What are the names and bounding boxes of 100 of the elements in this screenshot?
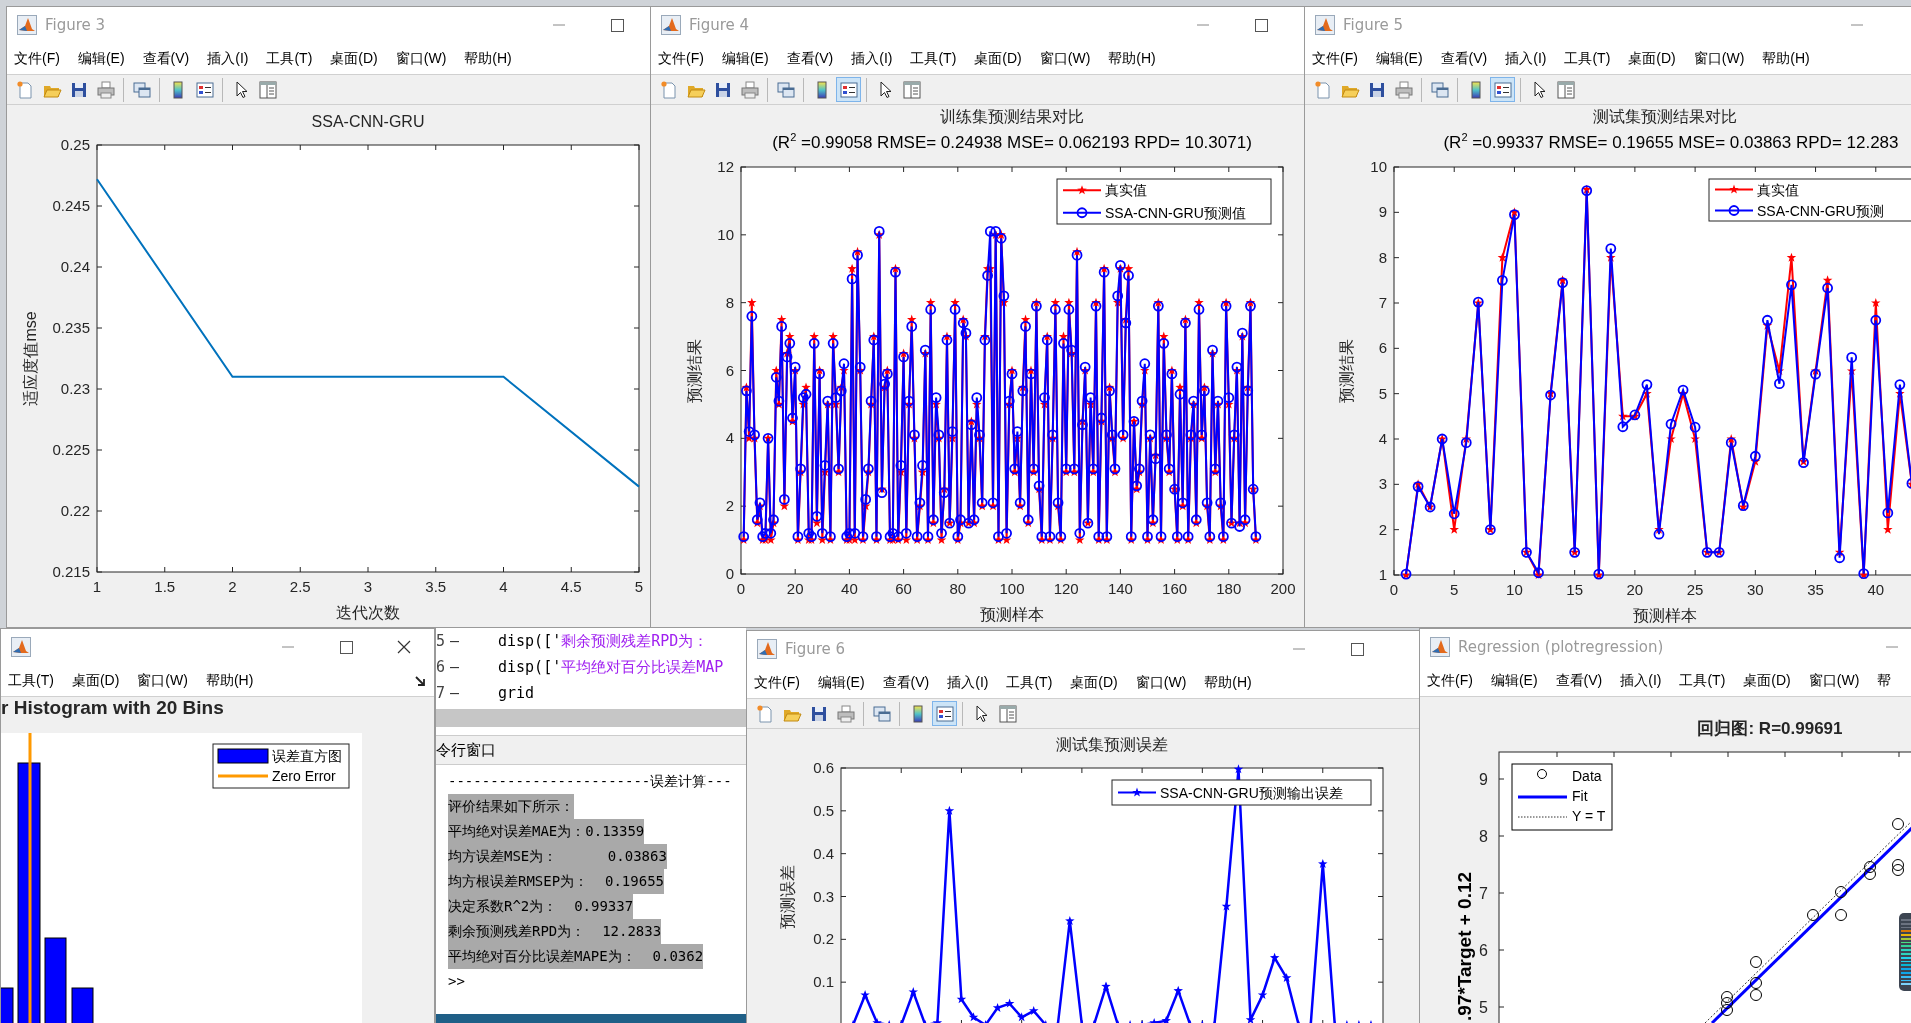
axis-label: 迭代次数 bbox=[336, 604, 400, 621]
window-title: Figure 4 bbox=[689, 16, 750, 34]
window-title: Figure 5 bbox=[1343, 16, 1404, 34]
tick-label: 3.5 bbox=[425, 578, 447, 595]
tick-label: 15 bbox=[1566, 581, 1583, 598]
tick-label: 0.215 bbox=[52, 563, 90, 580]
chart-title: 训练集预测结果对比 bbox=[940, 106, 1084, 127]
tick-label: 0.2 bbox=[813, 930, 834, 948]
chart-subtitle: (R$^{2}$ =0.99337 RMSE= 0.19655 MSE= 0.03863 RPD= 12.283 bbox=[1442, 130, 1899, 154]
tick-label: 40 bbox=[841, 580, 858, 597]
tick-label: 9 bbox=[1479, 771, 1488, 788]
tick-label: 4.5 bbox=[560, 578, 582, 595]
tick-label: 25 bbox=[1686, 581, 1704, 598]
legend-label: 真实值 bbox=[1105, 182, 1147, 199]
tick-label: 40 bbox=[1867, 581, 1885, 598]
tick-label: 0.22 bbox=[60, 502, 90, 519]
tick-label: 35 bbox=[1807, 581, 1824, 598]
breakpoint-dash: — bbox=[450, 658, 461, 676]
axis-label: 预测误差 bbox=[779, 864, 796, 929]
tick-label: 7 bbox=[1479, 885, 1488, 902]
panel-title: 令行窗口 bbox=[436, 740, 496, 760]
tick-label: 1 bbox=[1378, 566, 1387, 583]
tick-label: 6 bbox=[725, 361, 734, 379]
legend-label: 真实值 bbox=[1757, 181, 1799, 198]
axis-label: 预测样本 bbox=[1633, 607, 1697, 624]
chart-title: 测试集预测结果对比 bbox=[1593, 106, 1737, 127]
tick-label: 8 bbox=[1378, 248, 1387, 266]
code-line: disp(['平均绝对百分比误差MAP bbox=[498, 657, 724, 677]
axis-label: 预测样本 bbox=[980, 606, 1044, 623]
breakpoint-dash: — bbox=[450, 632, 461, 650]
tick-label: 140 bbox=[1107, 580, 1133, 597]
tick-label: 8 bbox=[725, 293, 734, 311]
line-number: 5 bbox=[436, 632, 447, 650]
tick-label: 0.245 bbox=[52, 197, 90, 214]
legend-label: Y = T bbox=[1572, 808, 1606, 824]
axis-label: 适应度值mse bbox=[22, 311, 39, 406]
axis-label: .97*Target + 0.12 bbox=[1454, 871, 1475, 1021]
code-line: grid bbox=[498, 684, 535, 702]
tick-label: 160 bbox=[1162, 580, 1188, 597]
legend-label: Fit bbox=[1572, 788, 1588, 804]
tick-label: 2 bbox=[228, 578, 237, 595]
window-title: Figure 3 bbox=[45, 16, 106, 34]
tick-label: 0.235 bbox=[52, 319, 90, 336]
tick-label: 5 bbox=[1479, 999, 1488, 1016]
tick-label: 30 bbox=[1747, 581, 1764, 598]
window-title: Figure 6 bbox=[785, 640, 846, 658]
line-number: 6 bbox=[436, 658, 447, 676]
tick-label: 0.225 bbox=[52, 441, 90, 458]
chart-title: 测试集预测误差 bbox=[1056, 735, 1168, 755]
line-number: 7 bbox=[436, 684, 447, 702]
tick-label: 3 bbox=[363, 578, 373, 595]
tick-label: 0 bbox=[725, 565, 734, 582]
tick-label: 200 bbox=[1270, 580, 1296, 597]
tick-label: 2.5 bbox=[289, 578, 311, 595]
tick-label: 0.4 bbox=[813, 844, 834, 862]
tick-label: 2 bbox=[725, 497, 734, 515]
tick-label: 60 bbox=[895, 580, 912, 597]
chart-title: SSA-CNN-GRU bbox=[311, 112, 425, 132]
tick-label: 2 bbox=[1378, 520, 1387, 538]
legend-label: Zero Error bbox=[272, 768, 336, 784]
tick-label: 0.6 bbox=[813, 760, 834, 776]
tick-label: 9 bbox=[1378, 203, 1387, 221]
tick-label: 80 bbox=[949, 580, 967, 597]
tick-label: 12 bbox=[717, 159, 734, 175]
tick-label: 5 bbox=[1378, 384, 1387, 402]
tick-label: 5 bbox=[1450, 581, 1459, 598]
tick-label: 6 bbox=[1378, 339, 1387, 357]
tick-label: 10 bbox=[717, 225, 734, 243]
legend-label: Data bbox=[1572, 768, 1602, 784]
tick-label: 0.23 bbox=[60, 380, 90, 397]
output-line: ------------------------误差计算--- bbox=[448, 772, 732, 791]
tick-label: 0.1 bbox=[813, 973, 834, 991]
chart-subtitle: (R$^{2}$ =0.99058 RMSE= 0.24938 MSE= 0.062193 RPD= 10.3071) bbox=[772, 130, 1252, 154]
tick-label: 4 bbox=[725, 429, 734, 447]
tick-label: 6 bbox=[1479, 942, 1488, 959]
tick-label: 20 bbox=[786, 580, 804, 597]
tick-label: 8 bbox=[1479, 828, 1488, 845]
tick-label: 5 bbox=[634, 578, 644, 595]
tick-label: 7 bbox=[1378, 294, 1387, 311]
tick-label: 0.3 bbox=[813, 887, 834, 905]
tick-label: 0.25 bbox=[60, 137, 90, 153]
tick-label: 100 bbox=[999, 580, 1025, 597]
tick-label: 10 bbox=[1370, 159, 1387, 175]
window-title: Regression (plotregression) bbox=[1458, 638, 1664, 656]
legend-label: SSA-CNN-GRU预测输出误差 bbox=[1160, 784, 1343, 801]
legend-label: 误差直方图 bbox=[272, 748, 342, 764]
axis-label: 预测结果 bbox=[1338, 339, 1355, 403]
tick-label: 4 bbox=[1378, 430, 1387, 447]
tick-label: 3 bbox=[1378, 475, 1387, 493]
chart-title: r Histogram with 20 Bins bbox=[1, 695, 224, 720]
legend-label: SSA-CNN-GRU预测 bbox=[1757, 202, 1884, 219]
tick-label: 180 bbox=[1216, 580, 1242, 597]
tick-label: 1.5 bbox=[154, 578, 176, 595]
tick-label: 10 bbox=[1506, 581, 1523, 598]
tick-label: 20 bbox=[1626, 581, 1644, 598]
tick-label: 0 bbox=[736, 580, 746, 597]
tick-label: 4 bbox=[499, 578, 508, 595]
tick-label: 1 bbox=[92, 578, 102, 595]
tick-label: 0 bbox=[1389, 581, 1399, 598]
breakpoint-dash: — bbox=[450, 684, 461, 702]
